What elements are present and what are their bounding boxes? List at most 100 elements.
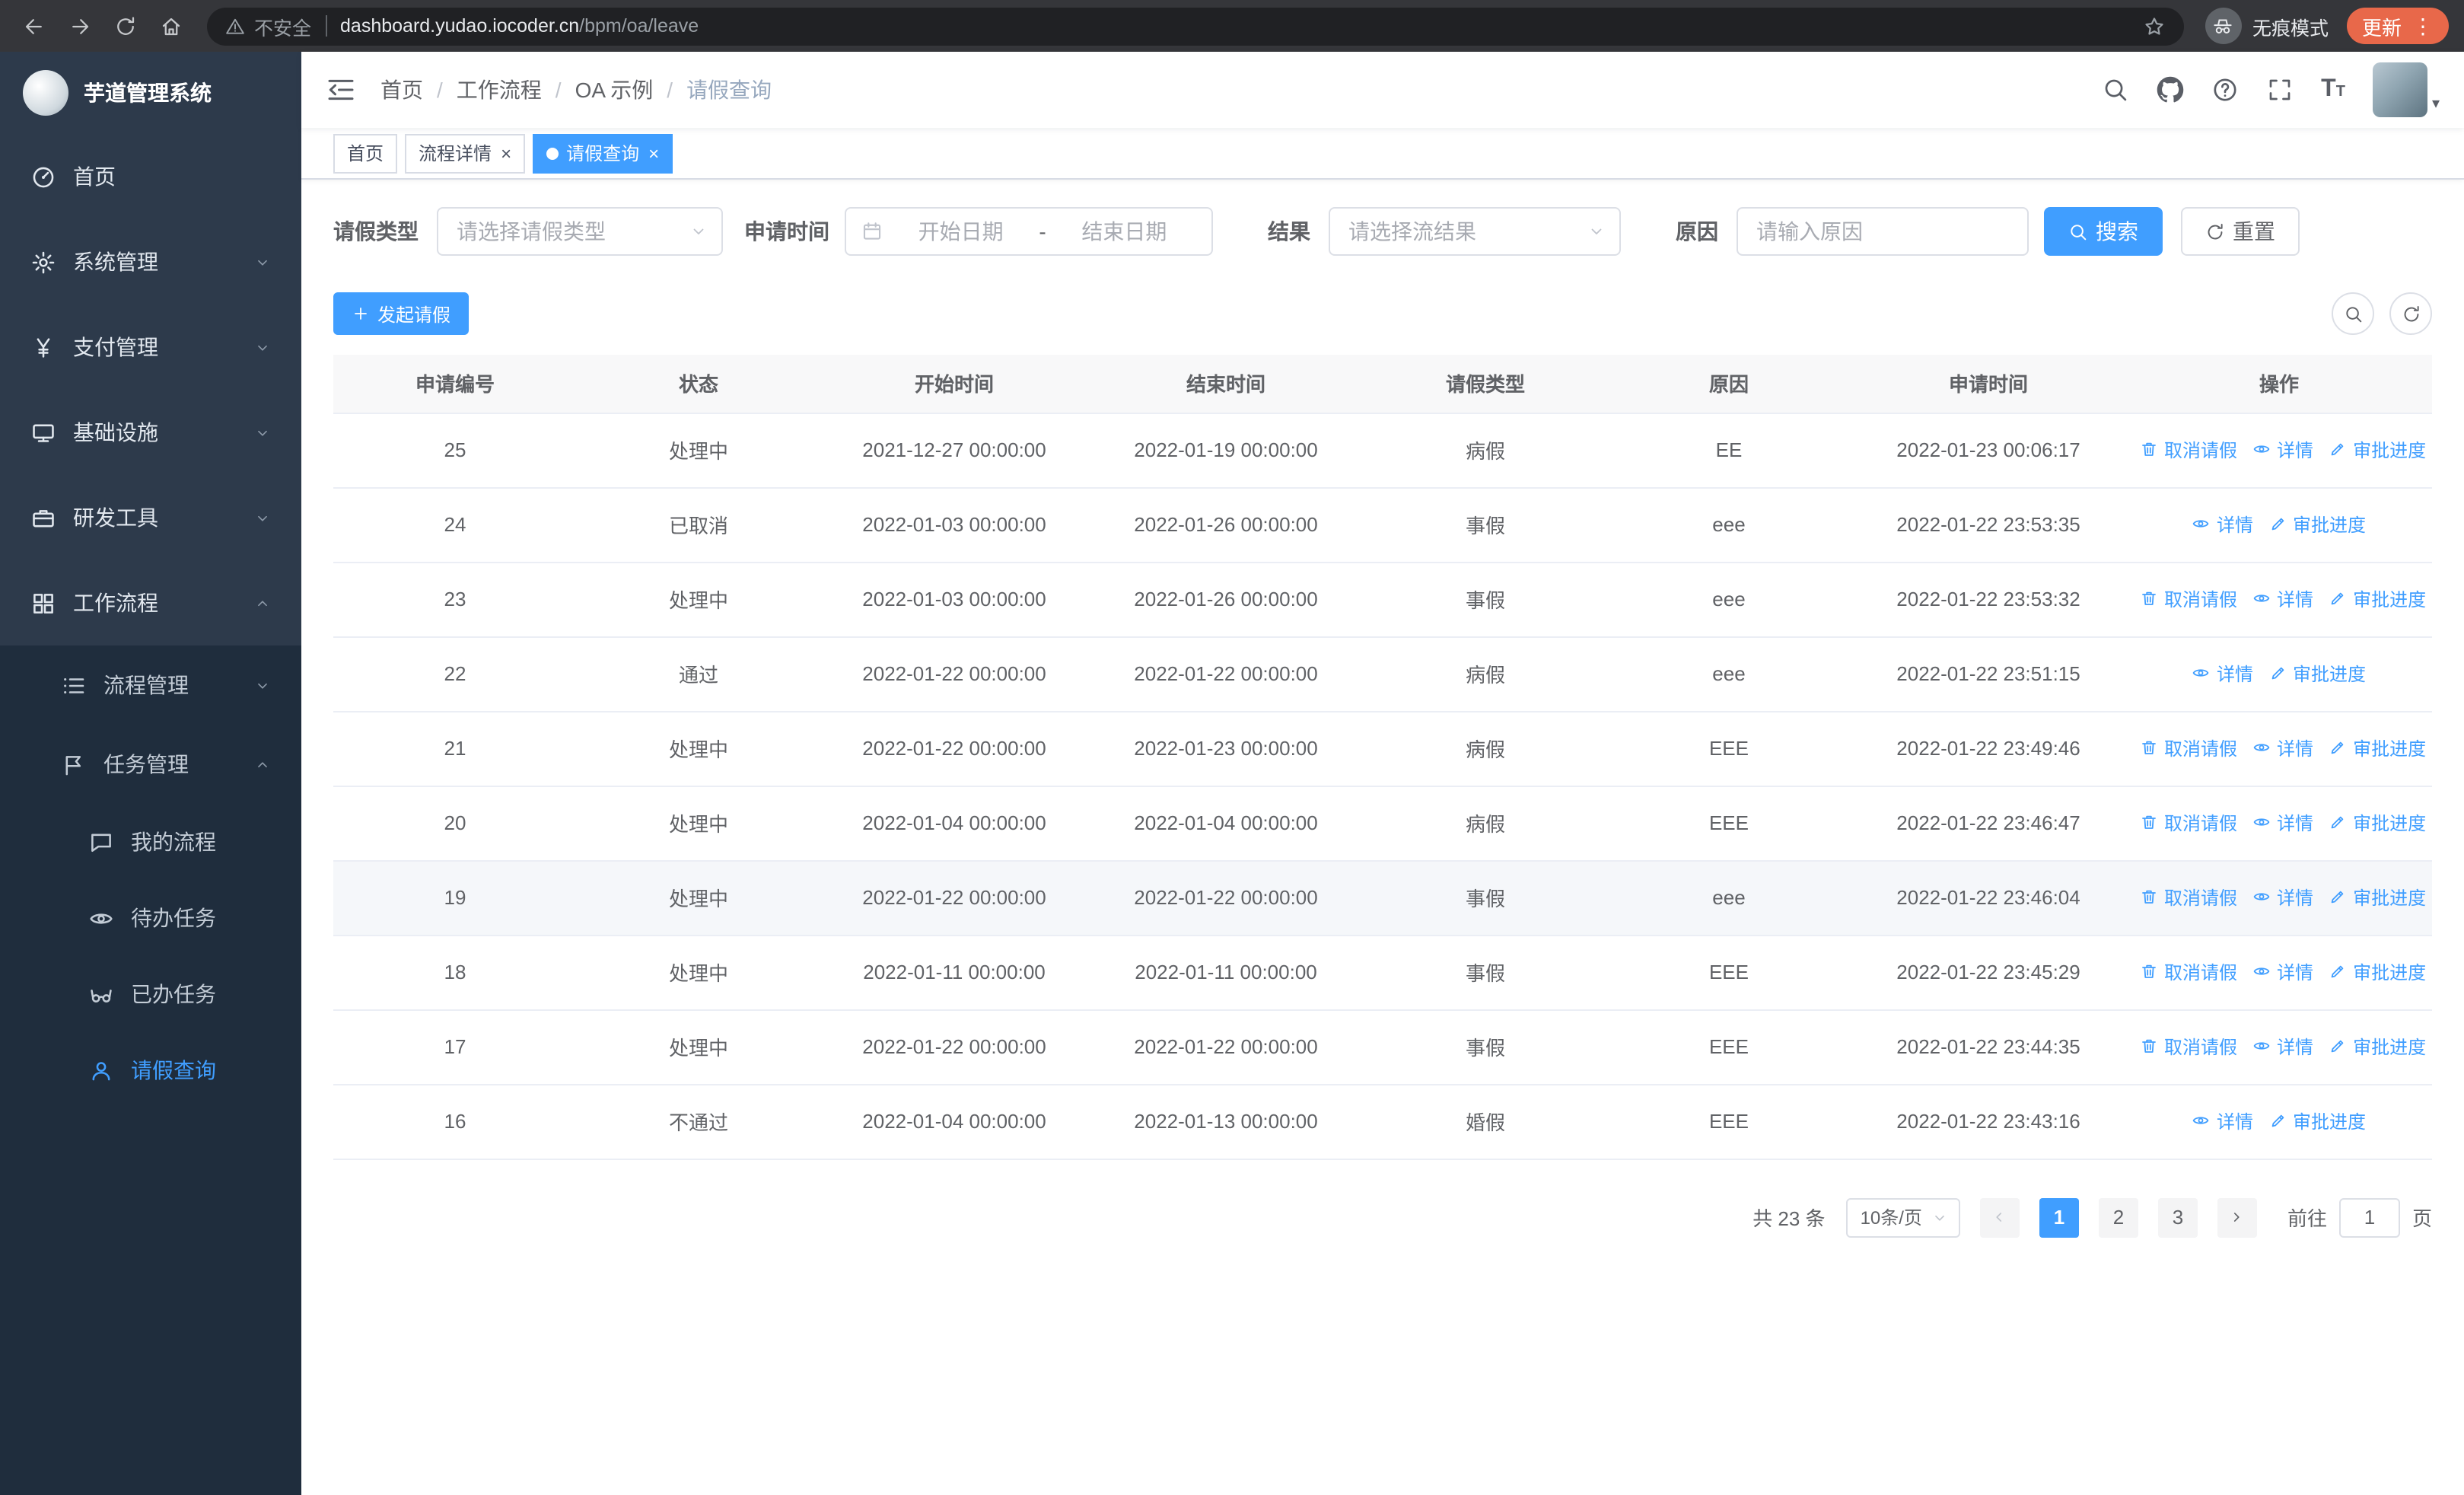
leave-type-select[interactable] xyxy=(437,207,723,256)
browser-back-button[interactable] xyxy=(15,7,53,45)
tab-leave-query[interactable]: 请假查询 × xyxy=(533,133,673,173)
security-label: 不安全 xyxy=(254,18,312,39)
cell-end-time: 2022-01-22 00:00:00 xyxy=(1088,1009,1364,1085)
sidebar-item-home[interactable]: 首页 xyxy=(0,134,301,219)
detail-link[interactable]: 详情 xyxy=(2252,885,2313,910)
table-row: 20 处理中 2022-01-04 00:00:00 2022-01-04 00:00… xyxy=(333,786,2432,861)
cancel-leave-link[interactable]: 取消请假 xyxy=(2140,885,2237,910)
sidebar-item-system-management[interactable]: 系统管理 xyxy=(0,219,301,304)
approval-progress-link[interactable]: 审批进度 xyxy=(2268,512,2366,537)
cancel-leave-link[interactable]: 取消请假 xyxy=(2140,586,2237,612)
sidebar-item-payment-management[interactable]: 支付管理 xyxy=(0,304,301,390)
update-button[interactable]: 更新 ⋮ xyxy=(2346,8,2449,44)
create-leave-button[interactable]: 发起请假 xyxy=(333,292,470,335)
sidebar-toggle[interactable] xyxy=(326,75,356,105)
toggle-search-button[interactable] xyxy=(2332,292,2374,335)
eye-icon xyxy=(2252,441,2271,459)
browser-forward-button[interactable] xyxy=(61,7,99,45)
tab-home[interactable]: 首页 xyxy=(333,133,398,173)
reason-input[interactable] xyxy=(1738,209,2027,254)
refresh-table-button[interactable] xyxy=(2389,292,2432,335)
table-toolbar: 发起请假 xyxy=(333,292,2432,335)
plus-icon xyxy=(352,304,370,323)
table-header-row: 申请编号 状态 开始时间 结束时间 请假类型 原因 申请时间 操作 xyxy=(333,355,2432,413)
page-size-select[interactable]: 10条/页 xyxy=(1846,1197,1960,1237)
detail-link[interactable]: 详情 xyxy=(2252,959,2313,985)
cancel-leave-link[interactable]: 取消请假 xyxy=(2140,959,2237,985)
detail-link[interactable]: 详情 xyxy=(2252,735,2313,761)
sidebar-item-leave-query[interactable]: 请假查询 xyxy=(0,1032,301,1108)
approval-progress-link[interactable]: 审批进度 xyxy=(2329,810,2426,836)
apply-time-label: 申请时间 xyxy=(744,219,829,244)
cancel-leave-link[interactable]: 取消请假 xyxy=(2140,810,2237,836)
approval-progress-link[interactable]: 审批进度 xyxy=(2268,1108,2366,1134)
apply-time-range-picker[interactable]: 开始日期 - 结束日期 xyxy=(845,207,1213,256)
close-icon[interactable]: × xyxy=(648,144,659,162)
leave-type-input[interactable] xyxy=(438,209,679,254)
pen-icon xyxy=(2329,739,2347,757)
tab-process-detail[interactable]: 流程详情 × xyxy=(405,133,526,173)
reset-button[interactable]: 重置 xyxy=(2181,207,2300,256)
detail-link[interactable]: 详情 xyxy=(2192,661,2253,687)
approval-progress-link[interactable]: 审批进度 xyxy=(2329,735,2426,761)
sidebar-item-done-tasks[interactable]: 已办任务 xyxy=(0,956,301,1032)
detail-link[interactable]: 详情 xyxy=(2252,1034,2313,1060)
detail-link[interactable]: 详情 xyxy=(2252,586,2313,612)
breadcrumb-item-home[interactable]: 首页 xyxy=(380,75,423,105)
browser-refresh-button[interactable] xyxy=(107,7,145,45)
header-search-icon[interactable] xyxy=(2102,76,2129,104)
cancel-leave-link[interactable]: 取消请假 xyxy=(2140,1034,2237,1060)
next-page-button[interactable] xyxy=(2217,1197,2257,1237)
approval-progress-link[interactable]: 审批进度 xyxy=(2329,959,2426,985)
approval-progress-link[interactable]: 审批进度 xyxy=(2329,885,2426,910)
approval-progress-link[interactable]: 审批进度 xyxy=(2329,437,2426,463)
incognito-badge: 无痕模式 xyxy=(2205,8,2329,44)
update-label: 更新 xyxy=(2361,16,2402,39)
sidebar-item-task-management[interactable]: 任务管理 xyxy=(0,725,301,804)
goto-page-input[interactable] xyxy=(2338,1197,2400,1237)
breadcrumb-item-workflow[interactable]: 工作流程 xyxy=(457,75,542,105)
detail-link[interactable]: 详情 xyxy=(2192,1108,2253,1134)
cancel-leave-link[interactable]: 取消请假 xyxy=(2140,437,2237,463)
bookmark-star-icon[interactable] xyxy=(2143,14,2166,37)
detail-link[interactable]: 详情 xyxy=(2192,512,2253,537)
page-3-button[interactable]: 3 xyxy=(2157,1197,2198,1237)
chevron-down-icon xyxy=(254,339,271,355)
chevron-down-icon xyxy=(254,677,271,693)
github-icon[interactable] xyxy=(2157,76,2184,104)
detail-link[interactable]: 详情 xyxy=(2252,437,2313,463)
search-icon xyxy=(2343,304,2363,324)
app-logo[interactable]: 芋道管理系统 xyxy=(0,52,301,134)
warning-icon xyxy=(225,16,245,36)
fullscreen-icon[interactable] xyxy=(2266,76,2294,104)
browser-home-button[interactable] xyxy=(152,7,190,45)
sidebar-item-infrastructure[interactable]: 基础设施 xyxy=(0,390,301,475)
page-2-button[interactable]: 2 xyxy=(2098,1197,2138,1237)
approval-progress-link[interactable]: 审批进度 xyxy=(2329,1034,2426,1060)
start-date-placeholder: 开始日期 xyxy=(918,219,1004,244)
cancel-leave-link[interactable]: 取消请假 xyxy=(2140,735,2237,761)
sidebar-item-my-process[interactable]: 我的流程 xyxy=(0,804,301,880)
approval-progress-link[interactable]: 审批进度 xyxy=(2329,586,2426,612)
browser-menu-icon[interactable]: ⋮ xyxy=(2412,15,2434,37)
sidebar-item-dev-tools[interactable]: 研发工具 xyxy=(0,475,301,560)
breadcrumb-item-oa-example[interactable]: OA 示例 xyxy=(575,75,654,105)
sidebar-item-workflow[interactable]: 工作流程 xyxy=(0,560,301,645)
approval-progress-link[interactable]: 审批进度 xyxy=(2268,661,2366,687)
page-1-button[interactable]: 1 xyxy=(2039,1197,2079,1237)
result-input[interactable] xyxy=(1330,209,1577,254)
address-bar[interactable]: 不安全 dashboard.yudao.iocoder.cn/bpm/oa/le… xyxy=(207,7,2184,45)
reason-field[interactable] xyxy=(1737,207,2029,256)
prev-page-button[interactable] xyxy=(1979,1197,2020,1237)
help-icon[interactable] xyxy=(2211,76,2239,104)
cell-leave-type: 病假 xyxy=(1364,636,1607,712)
user-avatar[interactable]: ▾ xyxy=(2372,62,2440,117)
chat-icon xyxy=(88,829,114,855)
close-icon[interactable]: × xyxy=(501,144,511,162)
font-size-icon[interactable]: TT xyxy=(2321,76,2345,104)
search-button[interactable]: 搜索 xyxy=(2044,207,2163,256)
sidebar-item-todo-tasks[interactable]: 待办任务 xyxy=(0,880,301,956)
result-select[interactable] xyxy=(1329,207,1621,256)
detail-link[interactable]: 详情 xyxy=(2252,810,2313,836)
sidebar-item-process-management[interactable]: 流程管理 xyxy=(0,645,301,725)
